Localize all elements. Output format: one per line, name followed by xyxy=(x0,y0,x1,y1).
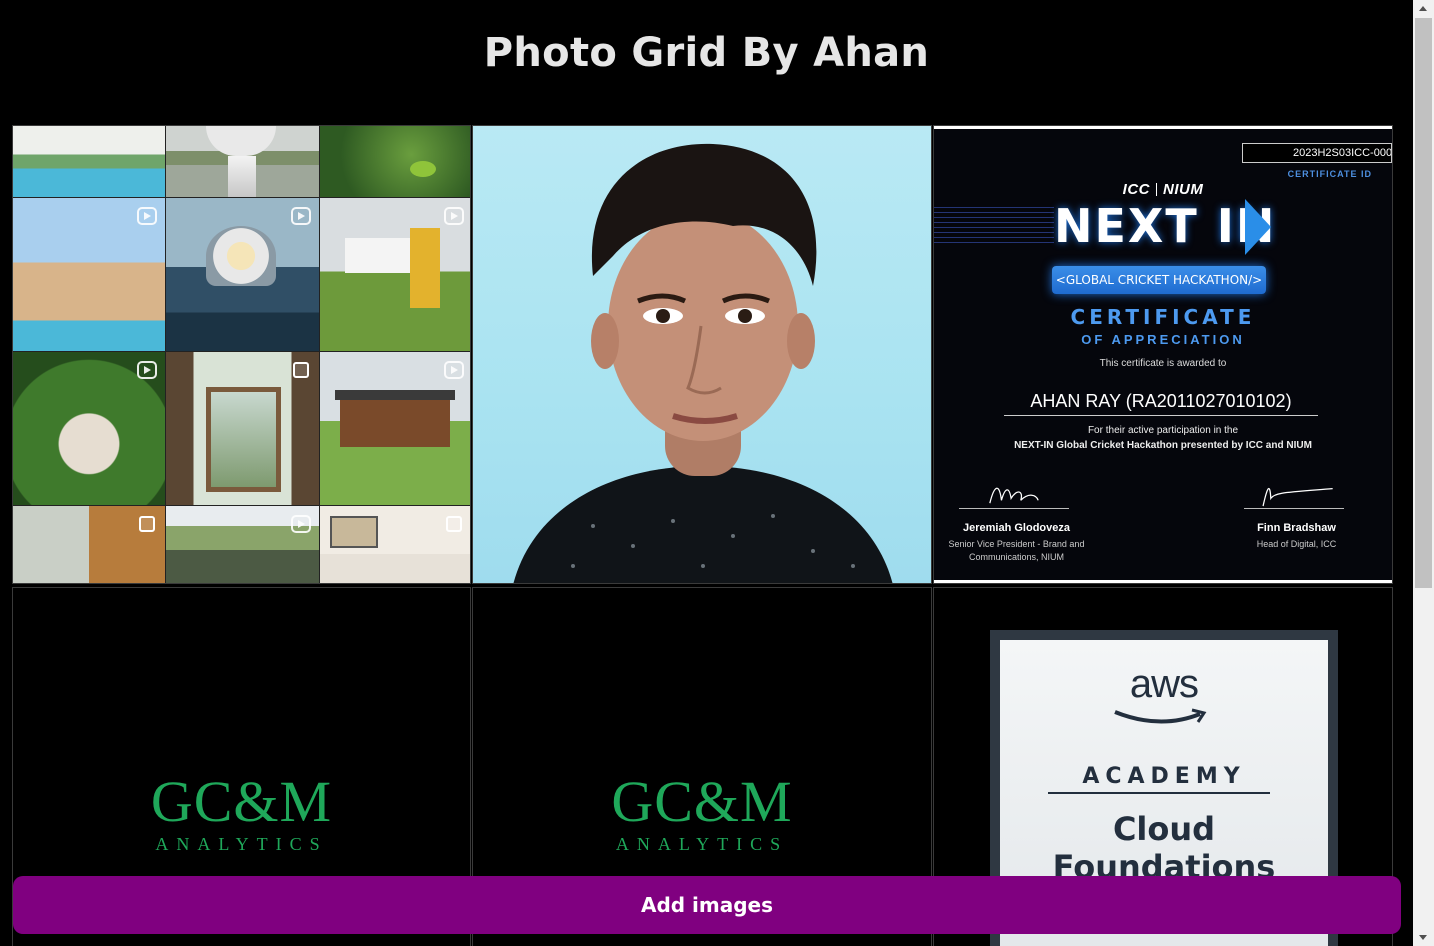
reel-icon xyxy=(444,207,464,225)
signer-left-name: Jeremiah Glodoveza xyxy=(963,522,1070,534)
signer-right-role: Head of Digital, ICC xyxy=(1256,539,1337,549)
gcm-logo: GC&M ANALYTICS xyxy=(473,772,931,855)
carousel-icon xyxy=(446,516,462,532)
grid-image-portrait[interactable] xyxy=(472,125,932,584)
aws-academy-label: ACADEMY xyxy=(1082,764,1246,789)
reel-icon xyxy=(137,361,157,379)
mosaic-tile xyxy=(166,352,319,505)
decorative-lines xyxy=(934,207,1054,247)
aws-course-title: Cloud Foundations xyxy=(1052,810,1276,886)
mosaic-tile xyxy=(320,352,470,505)
certificate-brand: ICC NIUM xyxy=(934,181,1392,198)
gcm-logo-main: GC&M xyxy=(611,769,793,834)
certificate-id-label: CERTIFICATE ID xyxy=(1287,169,1372,179)
reel-icon xyxy=(291,515,311,533)
mosaic-tile xyxy=(166,126,319,197)
certificate-line: NEXT-IN Global Cricket Hackathon present… xyxy=(1014,440,1312,451)
reel-icon xyxy=(291,207,311,225)
nium-logo: NIUM xyxy=(1163,181,1204,198)
aws-logo: aws xyxy=(1129,662,1199,706)
mosaic-tile xyxy=(320,506,470,583)
page-title: Photo Grid By Ahan xyxy=(483,30,930,76)
event-pill: <GLOBAL CRICKET HACKATHON/> xyxy=(1052,266,1266,294)
mosaic-tile xyxy=(13,506,165,583)
certificate-heading: CERTIFICATE xyxy=(1070,305,1256,329)
mosaic-tile xyxy=(13,126,165,197)
aws-smile-icon xyxy=(1114,708,1207,724)
awarded-text: This certificate is awarded to xyxy=(1099,358,1227,369)
signature-right xyxy=(1244,479,1344,509)
carousel-icon xyxy=(139,516,155,532)
gcm-logo-sub: ANALYTICS xyxy=(155,834,328,854)
gcm-logo: GC&M ANALYTICS xyxy=(13,772,470,855)
portrait-figure xyxy=(513,143,893,583)
mosaic-tile xyxy=(166,198,319,351)
mosaic-tile xyxy=(13,198,165,351)
certificate-line: For their active participation in the xyxy=(1087,425,1239,436)
vertical-scrollbar[interactable] xyxy=(1413,0,1434,946)
mosaic-tile xyxy=(166,506,319,583)
carousel-icon xyxy=(293,362,309,378)
icc-logo: ICC xyxy=(1122,181,1150,198)
certificate-subheading: OF APPRECIATION xyxy=(1081,332,1245,347)
reel-icon xyxy=(137,207,157,225)
signer-right-name: Finn Bradshaw xyxy=(1257,522,1336,534)
grid-image-mosaic[interactable] xyxy=(12,125,471,584)
scroll-up-arrow-icon[interactable] xyxy=(1413,0,1434,17)
gcm-logo-main: GC&M xyxy=(150,769,333,834)
scroll-down-arrow-icon[interactable] xyxy=(1413,929,1434,946)
reel-icon xyxy=(444,361,464,379)
certificate-id-value: 2023H2S03ICC-0009 xyxy=(1242,143,1392,163)
mosaic-tile xyxy=(320,126,470,197)
scrollbar-thumb[interactable] xyxy=(1415,18,1432,588)
divider xyxy=(1048,792,1270,794)
mosaic-tile xyxy=(320,198,470,351)
chevron-right-icon xyxy=(1245,199,1271,255)
next-in-logo: NEXT IN xyxy=(1054,199,1277,253)
signer-left-role: Senior Vice President - Brand and Commun… xyxy=(948,539,1085,562)
add-images-button[interactable]: Add images xyxy=(13,876,1401,934)
mosaic-tile xyxy=(13,352,165,505)
gcm-logo-sub: ANALYTICS xyxy=(615,834,789,854)
grid-image-certificate[interactable]: 2023H2S03ICC-0009 CERTIFICATE ID ICC NIUM… xyxy=(933,125,1393,584)
recipient-name: AHAN RAY (RA2011027010102) xyxy=(1004,391,1318,416)
signature-left xyxy=(959,479,1069,509)
